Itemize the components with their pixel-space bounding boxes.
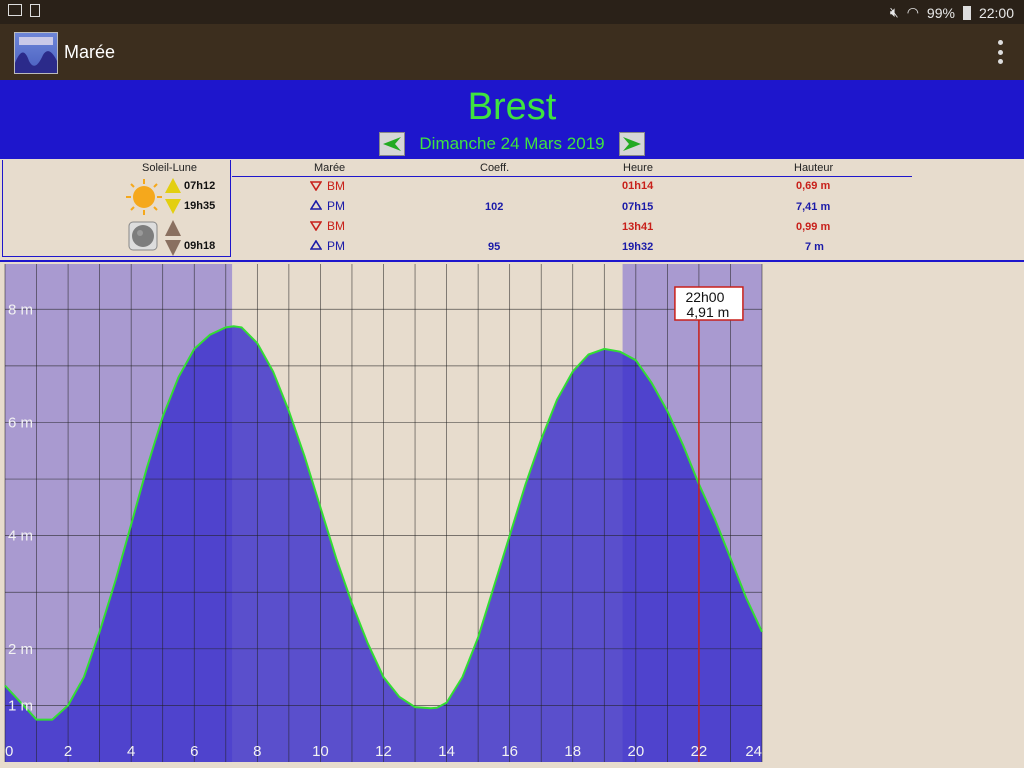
sim-icon <box>30 4 40 17</box>
app-title: Marée <box>64 42 116 62</box>
x-tick-label: 10 <box>312 743 329 760</box>
x-tick-label: 2 <box>64 743 72 760</box>
moonrise-up-icon <box>165 220 181 236</box>
tide-time: 13h41 <box>622 221 654 233</box>
cursor-height: 4,91 m <box>687 304 730 320</box>
high-tide-icon <box>310 240 322 250</box>
app-bar: Marée <box>0 24 1024 80</box>
tide-type: BM <box>327 179 345 193</box>
header-hauteur: Hauteur <box>794 162 834 174</box>
battery-level: 99% <box>926 4 955 21</box>
tide-type: PM <box>327 199 345 213</box>
y-tick-label: 4 m <box>8 528 33 545</box>
mail-icon <box>8 4 22 16</box>
y-tick-label: 1 m <box>8 697 33 714</box>
x-tick-label: 14 <box>438 743 455 760</box>
low-tide-icon <box>310 221 322 231</box>
battery-icon <box>962 5 971 20</box>
tide-height: 0,99 m <box>796 221 831 233</box>
x-tick-label: 16 <box>501 743 518 760</box>
cursor-time: 22h00 <box>685 289 724 305</box>
header-soleil-lune: Soleil-Lune <box>142 162 198 174</box>
arrow-right-icon <box>622 137 641 151</box>
x-tick-label: 12 <box>375 743 392 760</box>
tide-type: PM <box>327 239 345 253</box>
sunrise-up-icon <box>165 178 181 193</box>
wifi-icon: ◠ <box>906 4 919 20</box>
sun-icon <box>126 179 162 215</box>
overflow-menu-button[interactable] <box>996 40 1004 64</box>
x-tick-label: 24 <box>745 743 762 760</box>
tide-time: 01h14 <box>622 180 654 192</box>
app-logo-icon <box>14 32 58 74</box>
mute-icon: 🔇︎ <box>889 4 899 20</box>
header-maree: Marée <box>314 162 346 174</box>
x-tick-label: 8 <box>253 743 261 760</box>
arrow-left-icon <box>383 137 402 151</box>
x-tick-label: 4 <box>127 743 135 760</box>
tide-table: Soleil-Lune Marée Coeff. Heure Hauteur 0… <box>0 158 1024 262</box>
x-tick-label: 18 <box>564 743 581 760</box>
date-navigator: Dimanche 24 Mars 2019 <box>0 132 1024 156</box>
tide-height: 7 m <box>805 241 824 253</box>
y-tick-label: 2 m <box>8 641 33 658</box>
tide-time: 19h32 <box>622 241 654 253</box>
moonrise-time: 09h18 <box>184 240 216 252</box>
clock: 22:00 <box>978 4 1014 21</box>
location-header: Brest Dimanche 24 Mars 2019 <box>0 80 1024 158</box>
moonset-down-icon <box>165 240 181 256</box>
city-name: Brest <box>467 86 557 128</box>
high-tide-icon <box>310 200 322 210</box>
low-tide-icon <box>310 181 322 191</box>
tide-chart[interactable]: 1 m2 m4 m6 m8 m0 2 4 6 8 10 12 14 16 18 20 22 2422h0… <box>0 262 766 767</box>
y-tick-label: 6 m <box>8 414 33 431</box>
tide-type: BM <box>327 219 345 233</box>
sunrise-time: 07h12 <box>184 180 216 192</box>
tide-coeff: 95 <box>488 241 501 253</box>
tide-time: 07h15 <box>622 201 654 213</box>
x-tick-label: 20 <box>627 743 644 760</box>
next-day-button[interactable] <box>618 132 645 156</box>
header-heure: Heure <box>623 162 653 174</box>
y-tick-label: 8 m <box>8 301 33 318</box>
x-tick-label: 6 <box>190 743 198 760</box>
previous-day-button[interactable] <box>379 132 406 156</box>
x-tick-label: 0 <box>5 743 13 760</box>
tide-coeff: 102 <box>485 201 504 213</box>
header-coeff: Coeff. <box>480 162 510 174</box>
sunset-time: 19h35 <box>184 200 216 212</box>
tide-height: 0,69 m <box>796 180 831 192</box>
moon-icon <box>128 221 158 251</box>
tide-height: 7,41 m <box>796 201 831 213</box>
status-bar: 🔇︎ ◠ 99% 22:00 <box>0 0 1024 24</box>
sunset-down-icon <box>165 199 181 214</box>
current-date: Dimanche 24 Mars 2019 <box>419 134 605 153</box>
